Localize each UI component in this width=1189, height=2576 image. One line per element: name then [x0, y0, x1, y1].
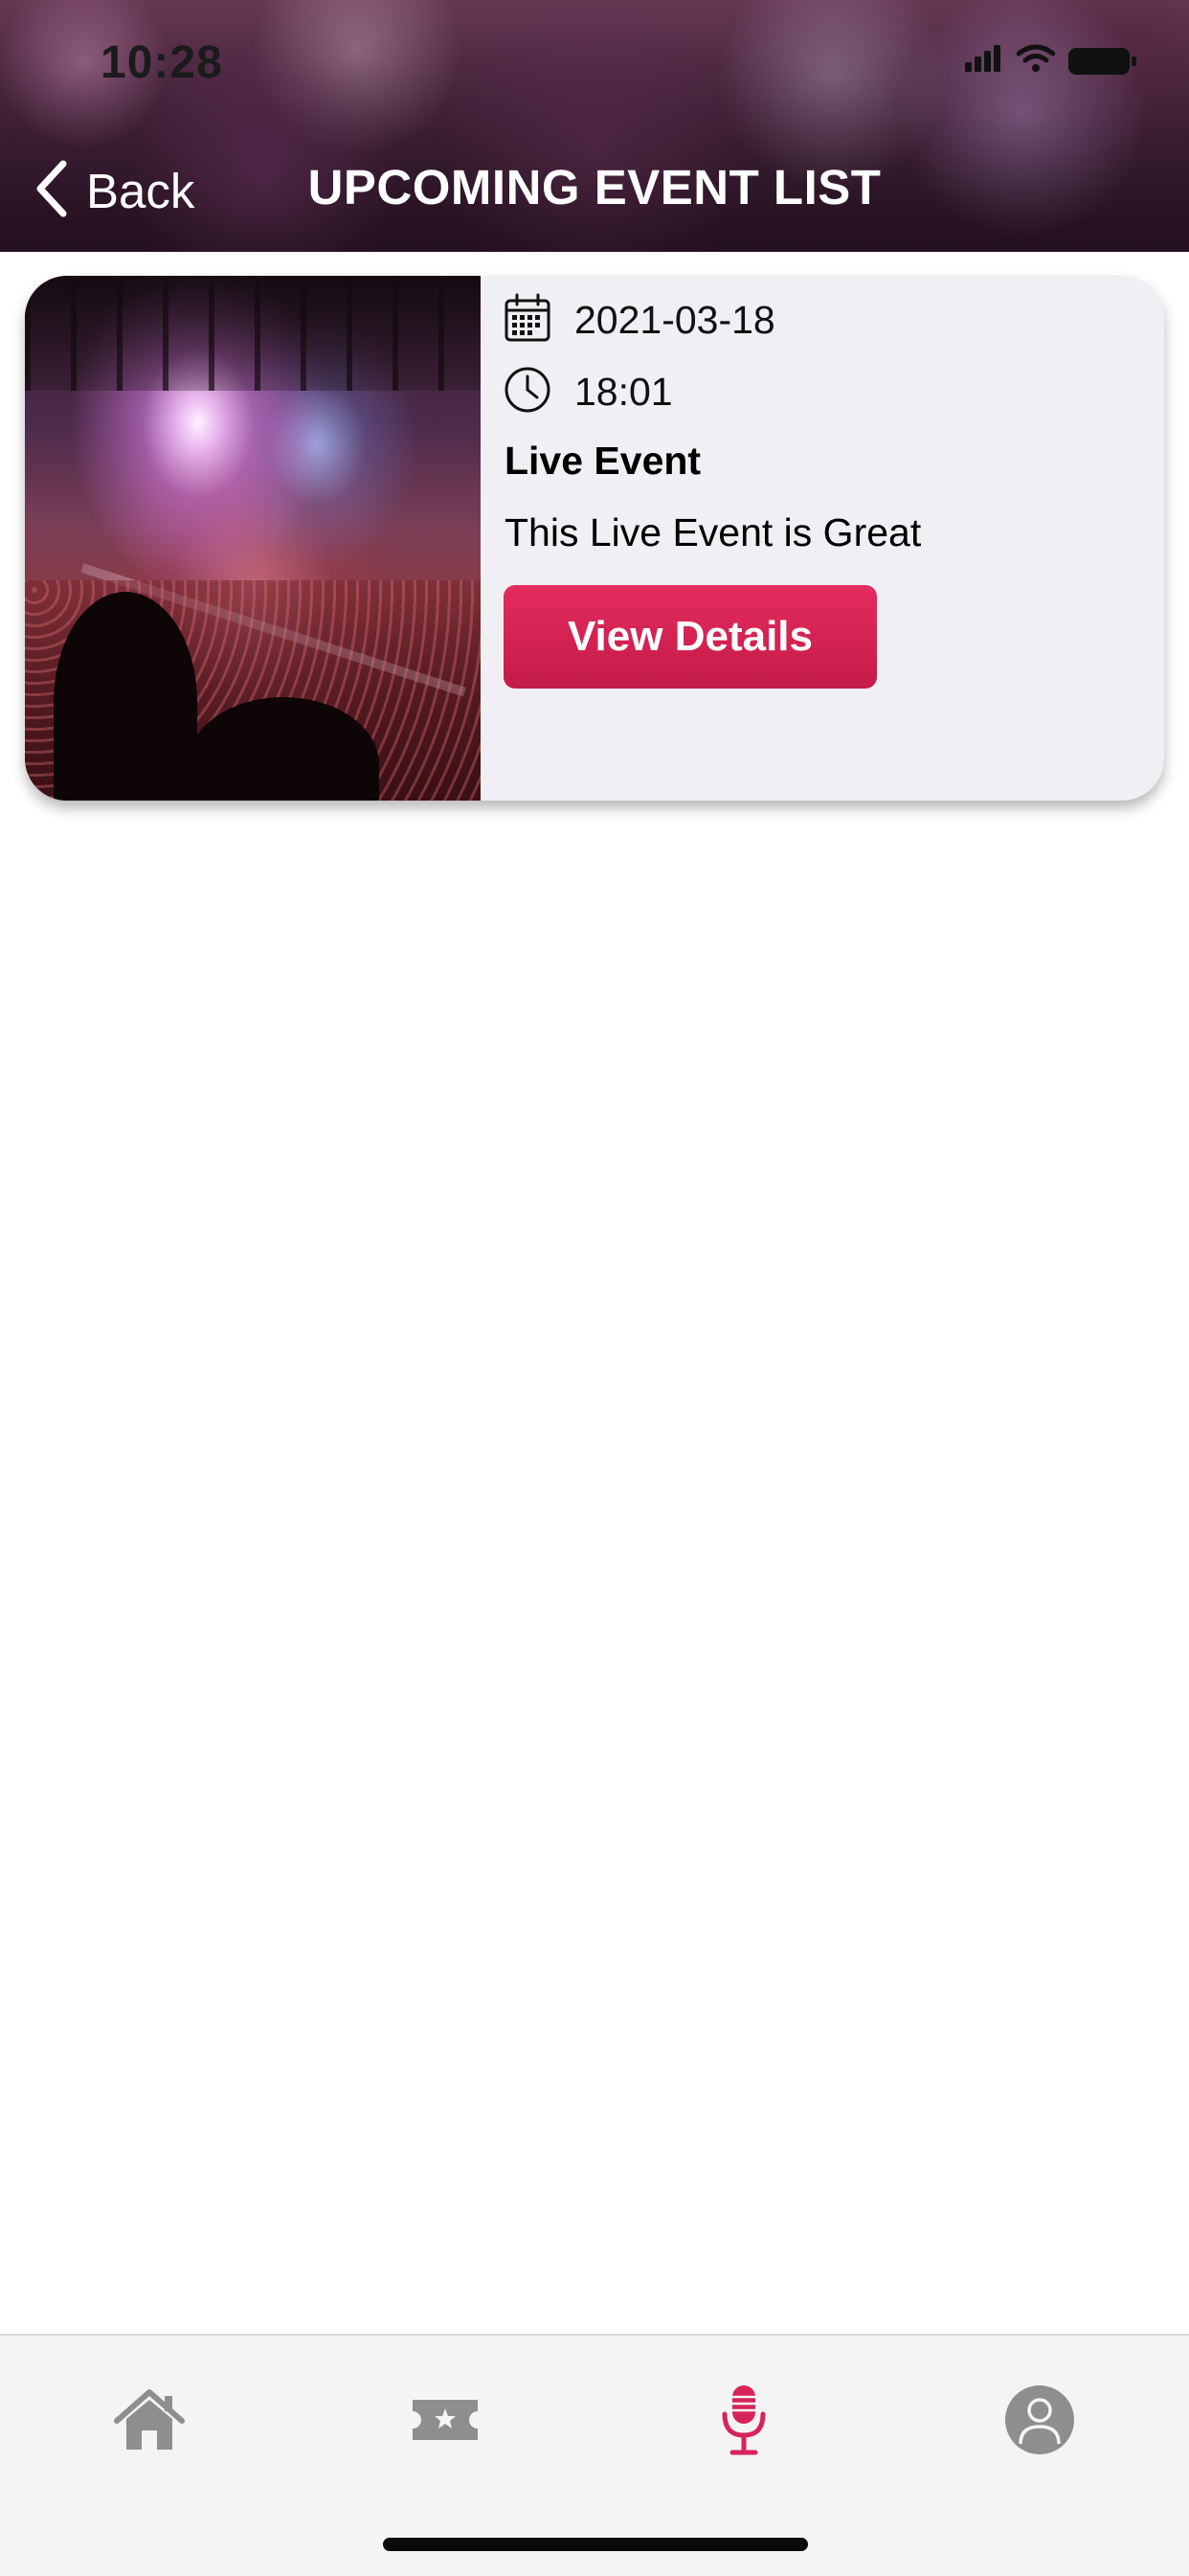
clock-icon	[504, 366, 551, 418]
event-description: This Live Event is Great	[505, 510, 922, 554]
event-time: 18:01	[574, 370, 673, 414]
battery-icon	[1068, 47, 1136, 75]
calendar-icon	[504, 293, 551, 348]
event-date: 2021-03-18	[574, 298, 775, 342]
home-icon	[113, 2388, 186, 2456]
signal-icon	[965, 45, 1003, 77]
profile-icon	[1004, 2384, 1075, 2460]
ticket-icon	[409, 2396, 482, 2449]
image-rafters	[25, 276, 481, 391]
home-indicator[interactable]	[383, 2538, 808, 2551]
status-time: 10:28	[101, 37, 223, 88]
event-time-row: 18:01	[504, 366, 673, 418]
status-icons	[965, 44, 1136, 78]
tab-home[interactable]	[101, 2374, 197, 2470]
tab-tickets[interactable]	[397, 2374, 493, 2470]
microphone-icon	[719, 2384, 769, 2461]
image-silhouette	[54, 592, 197, 801]
page-title: UPCOMING EVENT LIST	[307, 160, 882, 215]
view-details-button[interactable]: View Details	[504, 585, 877, 689]
wifi-icon	[1016, 44, 1056, 78]
header: 10:28 Back UPCOMING EVENT LIST	[0, 0, 1189, 252]
event-name: Live Event	[505, 439, 702, 483]
tab-profile[interactable]	[992, 2374, 1088, 2470]
tab-events[interactable]	[696, 2374, 792, 2470]
event-date-row: 2021-03-18	[504, 293, 775, 348]
event-image	[25, 276, 481, 801]
